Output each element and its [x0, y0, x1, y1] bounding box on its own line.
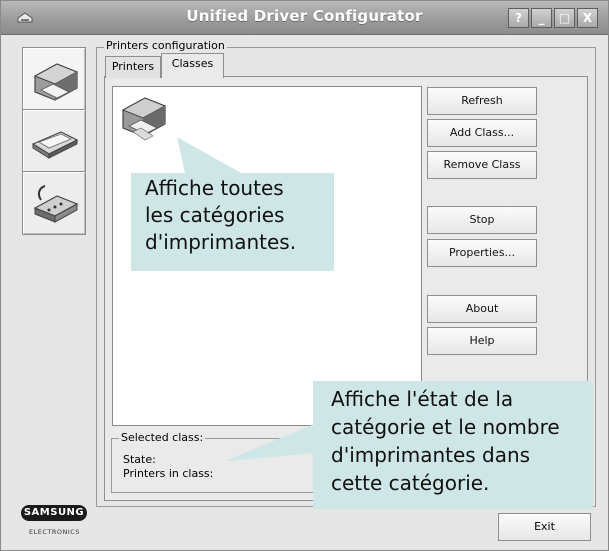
nav-scanners-button[interactable] — [22, 109, 86, 173]
callout-all-classes: Affiche toutes les catégories d'impriman… — [131, 173, 334, 271]
printers-in-class-label: Printers in class: — [123, 467, 214, 480]
scanner-icon — [31, 131, 79, 159]
port-icon — [33, 185, 79, 223]
callout-state-line-2: catégorie et le nombre — [331, 415, 560, 439]
printers-configuration-label: Printers configuration — [104, 39, 227, 52]
samsung-logo: SAMSUNG — [21, 505, 87, 521]
callout-state-line-3: d'imprimantes dans — [331, 443, 531, 467]
samsung-logo-subtitle: ELECTRONICS — [29, 528, 80, 536]
callout-class-state: Affiche l'état de la catégorie et le nom… — [313, 381, 593, 509]
callout-classes-pointer — [177, 137, 241, 173]
close-button[interactable]: X — [577, 8, 598, 28]
exit-button[interactable]: Exit — [498, 513, 591, 541]
main-window: Unified Driver Configurator ? _ □ X Prin… — [0, 0, 609, 551]
nav-ports-button[interactable] — [22, 171, 86, 235]
stop-button[interactable]: Stop — [427, 206, 537, 234]
tab-classes[interactable]: Classes — [161, 53, 224, 78]
selected-class-title: Selected class: — [119, 431, 206, 444]
callout-classes-line-2: les catégories — [145, 203, 285, 227]
tab-printers[interactable]: Printers — [105, 56, 161, 78]
refresh-button[interactable]: Refresh — [427, 87, 537, 115]
about-button[interactable]: About — [427, 295, 537, 323]
callout-classes-line-3: d'imprimantes. — [145, 230, 297, 254]
title-bar[interactable]: Unified Driver Configurator ? _ □ X — [1, 1, 608, 35]
help-window-button[interactable]: ? — [508, 8, 529, 28]
printer-icon — [33, 63, 79, 101]
maximize-button[interactable]: □ — [554, 8, 575, 28]
class-printer-icon[interactable] — [119, 92, 171, 146]
add-class-button[interactable]: Add Class... — [427, 119, 537, 147]
help-button[interactable]: Help — [427, 327, 537, 355]
minimize-button[interactable]: _ — [531, 8, 552, 28]
remove-class-button[interactable]: Remove Class — [427, 151, 537, 179]
callout-state-line-4: cette catégorie. — [331, 471, 490, 495]
nav-printers-button[interactable] — [22, 47, 86, 111]
state-label: State: — [123, 453, 156, 466]
callout-state-pointer — [225, 423, 317, 461]
callout-classes-line-1: Affiche toutes — [145, 176, 284, 200]
callout-state-line-1: Affiche l'état de la — [331, 387, 514, 411]
properties-button[interactable]: Properties... — [427, 239, 537, 267]
